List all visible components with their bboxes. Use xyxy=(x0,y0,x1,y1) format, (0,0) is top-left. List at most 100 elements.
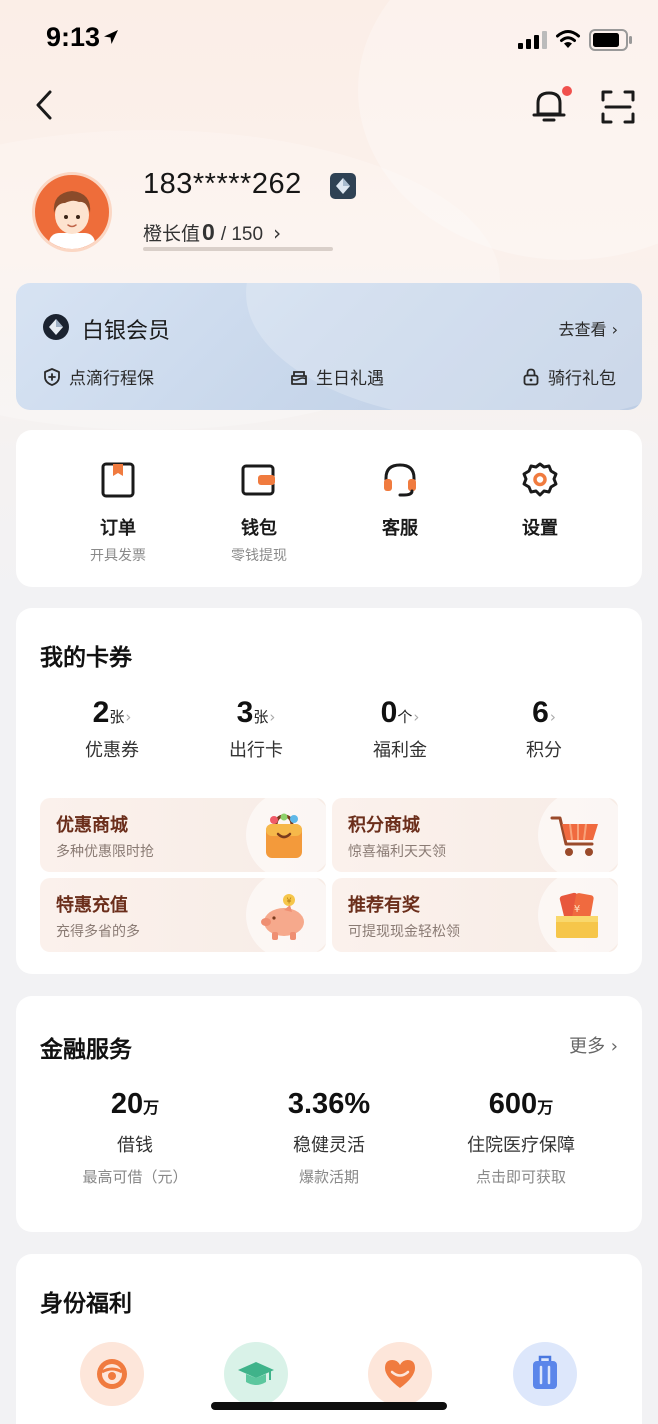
finance-value: 3.36% xyxy=(287,1088,371,1120)
member-card[interactable]: 白银会员 去查看 › 点滴行程保 生日礼遇 骑行礼包 xyxy=(16,283,642,410)
student-benefit-button[interactable] xyxy=(224,1342,288,1406)
shield-plus-icon xyxy=(44,367,60,386)
order-sub: 开具发票 xyxy=(90,548,146,564)
piggy-bank-icon: ¥ xyxy=(261,894,304,940)
stat-welfare-fund[interactable]: 0个› 福利金 xyxy=(340,696,460,762)
stat-value: 6 xyxy=(532,696,549,729)
order-icon xyxy=(101,462,135,498)
home-indicator xyxy=(211,1402,447,1410)
graduation-cap-icon xyxy=(238,1362,274,1385)
chevron-right-icon: › xyxy=(549,708,556,726)
stat-travel-card[interactable]: 3张› 出行卡 xyxy=(196,696,316,762)
silver-member-icon xyxy=(43,314,69,340)
order-button[interactable]: 订单 开具发票 xyxy=(58,460,178,565)
growth-max: / 150 xyxy=(220,224,264,245)
wifi-icon xyxy=(556,30,580,48)
shopping-bag-icon xyxy=(266,813,302,858)
finance-unit: 万 xyxy=(143,1098,160,1117)
status-time: 9:13 xyxy=(46,22,101,52)
family-benefit-button[interactable] xyxy=(368,1342,432,1406)
customer-service-button[interactable]: 客服 xyxy=(340,460,460,540)
growth-label: 橙长值 xyxy=(143,223,201,245)
promo-sub: 多种优惠限时抢 xyxy=(56,844,154,860)
promo-sub: 可提现现金轻松领 xyxy=(348,924,460,940)
chevron-right-icon: › xyxy=(273,221,282,245)
status-bar: 9:13 xyxy=(0,0,658,80)
svg-text:¥: ¥ xyxy=(574,904,580,915)
cellular-signal-icon xyxy=(518,31,547,49)
stat-label: 积分 xyxy=(526,740,562,761)
finance-label: 借钱 xyxy=(117,1135,153,1156)
gear-icon xyxy=(522,462,558,497)
stat-value: 2 xyxy=(92,696,110,729)
member-view-link[interactable]: 去查看 › xyxy=(559,316,619,340)
avatar-boy-icon xyxy=(49,191,95,249)
promo-points-mall[interactable]: 积分商城 惊喜福利天天领 xyxy=(332,798,618,872)
perk-label: 生日礼遇 xyxy=(316,369,384,389)
finance-value: 20 xyxy=(110,1088,144,1120)
business-travel-benefit-button[interactable] xyxy=(513,1342,577,1406)
heart-icon xyxy=(385,1360,415,1388)
steering-wheel-icon xyxy=(97,1359,127,1389)
finance-more-link[interactable]: 更多 › xyxy=(569,1032,618,1058)
finance-title: 金融服务 xyxy=(40,1037,132,1063)
finance-label: 住院医疗保障 xyxy=(467,1135,575,1156)
promo-title: 优惠商城 xyxy=(56,815,128,836)
stat-label: 优惠券 xyxy=(85,740,139,761)
growth-value: 0 xyxy=(202,219,215,245)
stat-points[interactable]: 6› 积分 xyxy=(484,696,604,762)
stat-unit: 个 xyxy=(397,708,413,726)
finance-unit: 万 xyxy=(537,1098,554,1117)
notification-bell-button[interactable] xyxy=(530,86,572,126)
wallet-button[interactable]: 钱包 零钱提现 xyxy=(199,460,319,565)
finance-card: 金融服务 更多 › 20万 借钱 最高可借（元） 3.36% 稳健灵活 爆款活期… xyxy=(16,996,642,1232)
wallet-icon xyxy=(241,464,275,496)
promo-sub: 充得多省的多 xyxy=(56,924,140,940)
notification-dot xyxy=(562,86,572,96)
finance-value: 600 xyxy=(488,1088,538,1120)
perk-cycling-pack[interactable]: 骑行礼包 xyxy=(521,364,616,389)
identity-title: 身份福利 xyxy=(40,1291,132,1317)
svg-text:¥: ¥ xyxy=(286,897,291,906)
my-coupons-card: 我的卡券 2张› 优惠券 3张› 出行卡 0个› 福利金 6› 积分 优惠商城 … xyxy=(16,608,642,974)
promo-discount-mall[interactable]: 优惠商城 多种优惠限时抢 xyxy=(40,798,326,872)
finance-sub: 点击即可获取 xyxy=(475,1168,566,1186)
finance-label: 稳健灵活 xyxy=(293,1135,365,1156)
quick-actions-card: 订单 开具发票 钱包 零钱提现 客服 设置 xyxy=(16,430,642,587)
promo-referral[interactable]: 推荐有奖 可提现现金轻松领 ¥ xyxy=(332,878,618,952)
finance-savings[interactable]: 3.36% 稳健灵活 爆款活期 xyxy=(234,1088,424,1187)
growth-value-link[interactable]: 橙长值 0 / 150 › xyxy=(143,219,281,246)
perk-birthday[interactable]: 生日礼遇 xyxy=(289,364,384,389)
promo-title: 推荐有奖 xyxy=(348,895,420,916)
stat-value: 0 xyxy=(380,696,398,729)
order-label: 订单 xyxy=(100,518,136,539)
shopping-cart-icon xyxy=(550,816,598,856)
finance-loan[interactable]: 20万 借钱 最高可借（元） xyxy=(40,1088,230,1187)
stat-coupons[interactable]: 2张› 优惠券 xyxy=(52,696,172,762)
finance-medical-insurance[interactable]: 600万 住院医疗保障 点击即可获取 xyxy=(426,1088,616,1187)
stat-unit: 张 xyxy=(253,708,269,726)
perk-label: 骑行礼包 xyxy=(548,369,616,389)
promo-title: 积分商城 xyxy=(348,815,420,836)
location-arrow-icon xyxy=(104,30,118,44)
wallet-sub: 零钱提现 xyxy=(231,548,287,564)
chevron-right-icon: › xyxy=(413,708,420,726)
stat-label: 福利金 xyxy=(373,740,427,761)
headset-icon xyxy=(384,463,416,497)
lock-icon xyxy=(523,368,539,385)
stat-value: 3 xyxy=(236,696,254,729)
settings-label: 设置 xyxy=(522,518,558,539)
avatar[interactable] xyxy=(32,172,112,252)
promo-recharge[interactable]: 特惠充值 充得多省的多 ¥ xyxy=(40,878,326,952)
suitcase-icon xyxy=(533,1355,557,1389)
scan-icon[interactable] xyxy=(600,89,636,125)
back-arrow-icon[interactable] xyxy=(30,88,60,122)
coupons-title: 我的卡券 xyxy=(40,645,132,671)
finance-sub: 爆款活期 xyxy=(298,1168,359,1186)
driver-benefit-button[interactable] xyxy=(80,1342,144,1406)
perk-trip-insurance[interactable]: 点滴行程保 xyxy=(42,364,154,389)
cake-icon xyxy=(291,370,307,385)
settings-button[interactable]: 设置 xyxy=(480,460,600,540)
vip-badge-icon xyxy=(330,173,356,199)
stat-unit: 张 xyxy=(109,708,125,726)
